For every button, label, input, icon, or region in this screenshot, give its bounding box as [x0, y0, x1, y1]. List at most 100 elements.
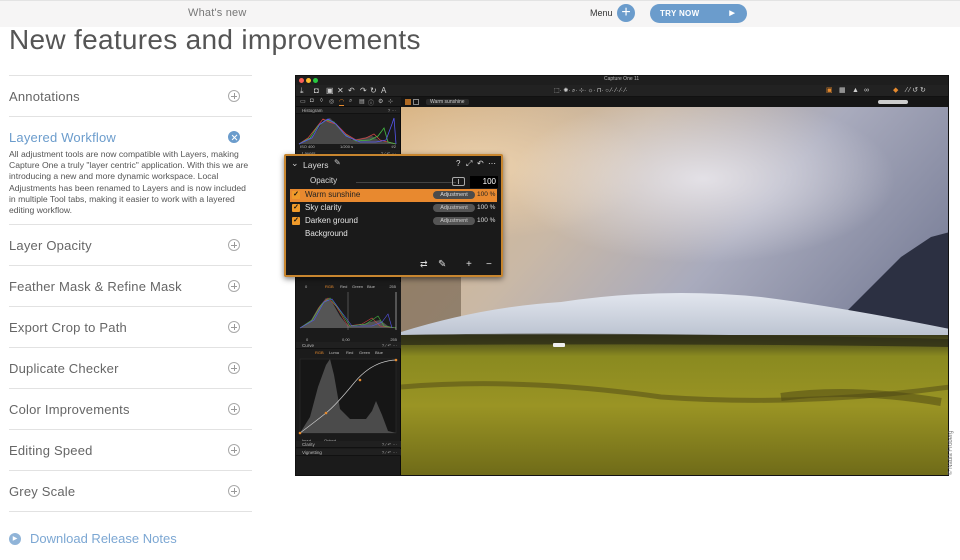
cursor-tools-icon[interactable]: ⬚· ✺· ⌕· ⊹· ☼· ⊓· ○ ⁄· ⁄· ⁄· ⁄· [554, 86, 628, 96]
vignetting-panel-header[interactable]: Vignetting ? ⁄ ↶ ⋯ [296, 449, 401, 456]
undo-icon[interactable]: ↶ [348, 86, 355, 96]
accordion-title[interactable]: Feather Mask & Refine Mask [9, 279, 182, 294]
histogram-panel-header[interactable]: Histogram ? ⋯ [296, 107, 400, 114]
export-icon[interactable]: ▣ [326, 86, 334, 96]
layer-row-background[interactable]: Background [290, 228, 497, 241]
batch-tab-icon[interactable]: ⊹ [388, 98, 393, 105]
accordion-item-export-crop[interactable]: Export Crop to Path [9, 306, 252, 347]
plus-circle-icon[interactable] [228, 444, 240, 457]
panel-actions-icon[interactable]: ? ⁄ ↶ ⋯ [382, 342, 397, 349]
accordion-item-layer-opacity[interactable]: Layer Opacity [9, 224, 252, 265]
adjustments-tab-icon[interactable]: ▤ [359, 98, 365, 105]
accordion-item-color-improvements[interactable]: Color Improvements [9, 388, 252, 429]
exposure-tab-icon[interactable]: ◠ [339, 98, 345, 106]
lens-tab-icon[interactable]: ◊ [320, 98, 323, 104]
metadata-tab-icon[interactable]: ⓘ [368, 98, 374, 107]
accordion-title[interactable]: Annotations [9, 89, 80, 104]
levels-white-input[interactable]: 255 [389, 284, 396, 289]
panel-actions-icon[interactable]: ? ⁄ ↶ ⋯ [382, 449, 397, 456]
layer-name[interactable]: Darken ground [305, 216, 358, 225]
color-tab-icon[interactable]: ◎ [329, 98, 334, 105]
layer-row-darken-ground[interactable]: ✓ Darken ground Adjustment 100 % [290, 215, 497, 228]
levels-channel-red[interactable]: Red [340, 284, 347, 289]
layer-row-sky-clarity[interactable]: ✓ Sky clarity Adjustment 100 % [290, 202, 497, 215]
help-icon[interactable]: ? [456, 159, 460, 168]
swap-icon[interactable]: ⇄ [420, 259, 428, 270]
accordion-item-annotations[interactable]: Annotations [9, 75, 252, 116]
proof-icon[interactable]: ∞ [864, 86, 869, 96]
plus-circle-icon[interactable] [228, 90, 240, 102]
curve-graph[interactable] [296, 357, 400, 435]
plus-circle-icon[interactable] [228, 280, 240, 293]
delete-icon[interactable]: ✕ [337, 86, 344, 96]
section-label[interactable]: What's new [188, 7, 247, 19]
text-icon[interactable]: A [381, 86, 386, 96]
accordion-title[interactable]: Color Improvements [9, 402, 130, 417]
redo-icon[interactable]: ↷ [360, 86, 367, 96]
plus-circle-icon[interactable] [228, 485, 240, 498]
brush-tool-icon[interactable]: ✎ [438, 259, 446, 270]
plus-circle-icon[interactable] [228, 239, 240, 252]
accordion-item-duplicate-checker[interactable]: Duplicate Checker [9, 347, 252, 388]
accordion-item-editing-speed[interactable]: Editing Speed [9, 429, 252, 470]
layer-row-warm-sunshine[interactable]: ✓ Warm sunshine Adjustment 100 % [290, 189, 497, 202]
curve-channel-luma[interactable]: Luma [329, 350, 339, 355]
accordion-item-layered-workflow[interactable]: Layered Workflow All adjustment tools ar… [9, 116, 252, 224]
opacity-value-input[interactable]: 100 [470, 176, 498, 188]
accordion-item-grey-scale[interactable]: Grey Scale [9, 470, 252, 511]
layer-name[interactable]: Sky clarity [305, 203, 341, 212]
panel-actions-icon[interactable]: ? ⁄ ↶ ⋯ [382, 441, 397, 448]
close-window-icon[interactable] [299, 78, 304, 83]
levels-channel-blue[interactable]: Blue [367, 284, 375, 289]
camera-icon[interactable]: ◘ [314, 86, 319, 96]
levels-channel-green[interactable]: Green [352, 284, 363, 289]
accordion-title[interactable]: Grey Scale [9, 484, 75, 499]
curve-channel-green[interactable]: Green [359, 350, 370, 355]
layer-name[interactable]: Background [305, 229, 348, 238]
zoom-slider[interactable] [878, 100, 908, 104]
menu-label[interactable]: Menu [590, 8, 613, 18]
clarity-panel-header[interactable]: Clarity ? ⁄ ↶ ⋯ [296, 441, 401, 448]
exposure-warning-icon[interactable]: ▲ [852, 86, 859, 96]
plus-circle-icon[interactable] [228, 321, 240, 334]
layer-enabled-checkbox[interactable]: ✓ [292, 204, 300, 212]
zoom-window-icon[interactable] [313, 78, 318, 83]
library-tab-icon[interactable]: ▭ [300, 98, 306, 105]
single-view-icon[interactable] [405, 99, 411, 105]
layer-enabled-checkbox[interactable]: ✓ [292, 191, 300, 199]
plus-circle-icon[interactable] [228, 403, 240, 416]
collapse-chevron-icon[interactable]: ⌄ [291, 158, 299, 169]
minimize-window-icon[interactable] [306, 78, 311, 83]
accordion-title[interactable]: Layered Workflow [9, 130, 116, 145]
capture-tab-icon[interactable]: ◘ [310, 98, 314, 104]
curve-channel-rgb[interactable]: RGB [315, 350, 324, 355]
accordion-title[interactable]: Duplicate Checker [9, 361, 119, 376]
curve-channel-red[interactable]: Red [346, 350, 353, 355]
curve-point[interactable] [324, 411, 328, 415]
menu-button[interactable]: + [617, 4, 635, 22]
levels-black-input[interactable]: 0 [305, 284, 307, 289]
accordion-title[interactable]: Layer Opacity [9, 238, 92, 253]
accordion-title[interactable]: Editing Speed [9, 443, 93, 458]
layer-name[interactable]: Warm sunshine [305, 190, 360, 199]
close-circle-icon[interactable] [228, 131, 240, 143]
plus-circle-icon[interactable] [228, 362, 240, 375]
accordion-title[interactable]: Export Crop to Path [9, 320, 127, 335]
download-label[interactable]: Download Release Notes [30, 531, 177, 546]
import-icon[interactable]: ⤓ [300, 86, 304, 96]
layers-icon[interactable]: ◆ [893, 86, 898, 96]
expand-icon[interactable]: ⤢ [466, 159, 472, 169]
copy-adjust-icon[interactable]: ⁄ ⁄ ↺ ↻ [906, 86, 926, 96]
details-tab-icon[interactable]: ⌕ [349, 98, 352, 105]
curve-channel-blue[interactable]: Blue [375, 350, 383, 355]
brush-icon[interactable]: ✎ [334, 158, 341, 167]
more-options-icon[interactable]: ⋯ [488, 159, 496, 168]
accordion-item-feather-mask[interactable]: Feather Mask & Refine Mask [9, 265, 252, 306]
curve-point[interactable] [394, 358, 398, 362]
rotate-icon[interactable]: ↻ [370, 86, 377, 96]
multi-view-icon[interactable] [413, 99, 419, 105]
curve-panel-header[interactable]: Curve ? ⁄ ↶ ⋯ [296, 342, 401, 349]
add-layer-icon[interactable]: + [466, 259, 472, 270]
output-tab-icon[interactable]: ⚙ [378, 98, 383, 105]
curve-point[interactable] [298, 431, 302, 435]
